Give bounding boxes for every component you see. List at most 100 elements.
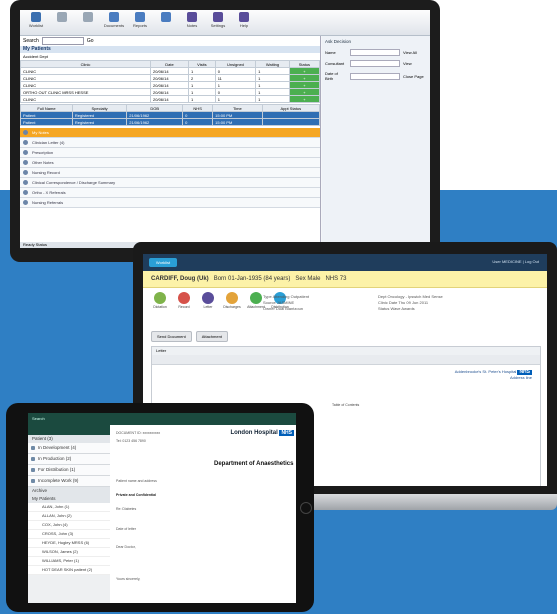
sidebar-item[interactable]: Patient (3) [28, 435, 110, 443]
timeline-item[interactable]: Nursing Record [20, 168, 320, 178]
worklist-tab[interactable]: Worklist [149, 258, 177, 267]
document-line: Date of letter [116, 527, 137, 531]
action-3[interactable]: Discharges [223, 292, 241, 309]
decision-field[interactable] [350, 49, 400, 56]
toolbar-button-4[interactable]: Reports [128, 12, 152, 33]
worklist-pane: Search Go My Patients Accident Dept Clin… [20, 36, 321, 248]
sidebar-item-label: WILSON, James (2) [42, 549, 78, 554]
sidebar-item[interactable]: In Development (4) [28, 443, 110, 454]
toolbar-button-3[interactable]: Documents [102, 12, 126, 33]
timeline-item[interactable]: My Notes [20, 128, 320, 138]
grid-header: Unsigned [214, 60, 257, 68]
sidebar-item[interactable]: HEYDE, Hugley MRSS (6) [28, 539, 110, 548]
table-row[interactable]: CLINIC 20/06/14 1 1 1 + [20, 95, 321, 103]
timeline-item[interactable]: Other Notes [20, 158, 320, 168]
sidebar-item[interactable]: Archive [28, 487, 110, 495]
letter-body-text: Table of Contents [332, 403, 360, 407]
action-2[interactable]: Letter [199, 292, 217, 309]
sidebar-item[interactable]: For Distribution (1) [28, 465, 110, 476]
toolbar-button-5[interactable] [154, 12, 178, 33]
action-bar: Dictation Record Letter Discharges Attachmen… [143, 288, 547, 313]
sidebar-item[interactable]: COX, John (4) [28, 521, 110, 530]
sidebar-item-label: For Distribution (1) [38, 467, 76, 472]
decision-button[interactable]: View All [403, 50, 417, 55]
decision-title: Ask Decision [325, 39, 352, 44]
patient-name: CARDIFF, Doug (Uk) [151, 276, 209, 282]
toolbar-button-2[interactable] [76, 12, 100, 33]
send-document-button[interactable]: Send Document [151, 331, 192, 342]
gear-icon [213, 12, 223, 22]
folder-icon [31, 468, 35, 472]
blank-icon [57, 12, 67, 22]
meta-line: Status Wave Awards [378, 306, 415, 311]
laptop-topbar: Worklist User MEDICINE | Log Out [143, 254, 547, 271]
decision-field[interactable] [350, 60, 400, 67]
decision-field[interactable] [350, 72, 400, 80]
letter-tab[interactable]: Letter [152, 347, 540, 355]
filter-dropdown[interactable]: Accident Dept [20, 53, 320, 60]
sidebar-item[interactable]: WILLIAMS, Peter (1) [28, 557, 110, 566]
hospital-address: Address line [509, 375, 532, 380]
sidebar-item[interactable]: In Production (2) [28, 454, 110, 465]
sidebar-item-label: ALAN, John (1) [42, 504, 70, 509]
timeline-item[interactable]: Clinician Letter (4) [20, 138, 320, 148]
search-label: Search [23, 38, 39, 44]
table-cell: Registered [71, 118, 128, 126]
patient-row[interactable]: Patient Registered 21/06/1962 0 15:00 PM [20, 118, 321, 126]
tablet-doc-toolbar[interactable] [110, 413, 296, 425]
sidebar-item[interactable]: ALAN, John (1) [28, 503, 110, 512]
action-1[interactable]: Record [175, 292, 193, 309]
search-go-button[interactable]: Go [87, 38, 94, 44]
sidebar-item[interactable]: Incomplete Work (9) [28, 476, 110, 487]
sidebar-item[interactable]: HOT DEAR SKIN patient (2) [28, 566, 110, 575]
document-icon [23, 170, 28, 175]
toolbar-button-6[interactable]: Notes [180, 12, 204, 33]
sidebar-item-label: HOT DEAR SKIN patient (2) [42, 567, 93, 572]
timeline-label: Prescription [32, 150, 54, 155]
field-label: Consultant [325, 61, 345, 66]
grid-header: Waiting [255, 60, 290, 68]
tablet-sidebar: Search Patient (3) In Development (4) In P… [28, 413, 110, 603]
toolbar-label: Documents [103, 23, 125, 28]
decision-button[interactable]: Close Page [403, 74, 424, 79]
notes-icon [187, 12, 197, 22]
toolbar-button-0[interactable]: Worklist [24, 12, 48, 33]
table-row[interactable]: CLINIC 20/06/14 2 11 1 + [20, 74, 321, 82]
sidebar-item[interactable]: My Patients [28, 495, 110, 503]
sidebar-item[interactable]: WILSON, James (2) [28, 548, 110, 557]
user-menu[interactable]: User MEDICINE | Log Out [492, 259, 539, 264]
home-button[interactable] [300, 502, 312, 514]
table-row[interactable]: CLINIC 20/06/14 1 0 1 + [20, 67, 321, 75]
table-row[interactable]: CLINIC 20/06/14 1 1 1 + [20, 81, 321, 89]
action-0[interactable]: Dictation [151, 292, 169, 309]
attachment-button[interactable]: Attachment [195, 331, 228, 342]
timeline-item[interactable]: Prescription [20, 148, 320, 158]
sidebar-item[interactable]: ALLAN, John (2) [28, 512, 110, 521]
timeline-item[interactable]: Nursing Referrals [20, 198, 320, 208]
search-input[interactable] [41, 37, 84, 45]
action-icon [202, 292, 214, 304]
toolbar-button-7[interactable]: Settings [206, 12, 230, 33]
table-row[interactable]: ORTHO OUT CLINIC MRSS HESSE 20/06/14 1 0 1 + [20, 88, 321, 96]
table-cell: 20/06/14 [150, 67, 189, 75]
table-cell: 0 [182, 111, 214, 119]
action-icon [250, 292, 262, 304]
timeline-label: Ortho - X Referrals [32, 190, 66, 195]
timeline-item[interactable]: Ortho - X Referrals [20, 188, 320, 198]
action-label: Discharges [223, 305, 241, 309]
action-icon [178, 292, 190, 304]
toolbar-label: Reports [132, 23, 147, 28]
patient-row[interactable]: Patient Registered 21/06/1962 0 15:00 PM [20, 111, 321, 119]
tablet-search-label[interactable]: Search [28, 413, 110, 424]
sidebar-item-label: ALLAN, John (2) [42, 513, 72, 518]
toolbar-button-1[interactable] [50, 12, 74, 33]
toolbar-button-8[interactable]: Help [232, 12, 256, 33]
table-cell: + [288, 81, 321, 89]
timeline-item[interactable]: Clinical Correspondence / Discharge Summ… [20, 178, 320, 188]
editor-toolbar[interactable] [152, 355, 540, 365]
decision-button[interactable]: View [403, 61, 412, 66]
sidebar-item[interactable]: CROSS, John (3) [28, 530, 110, 539]
action-icon [154, 292, 166, 304]
table-cell: + [288, 95, 321, 103]
folder-icon [31, 446, 35, 450]
